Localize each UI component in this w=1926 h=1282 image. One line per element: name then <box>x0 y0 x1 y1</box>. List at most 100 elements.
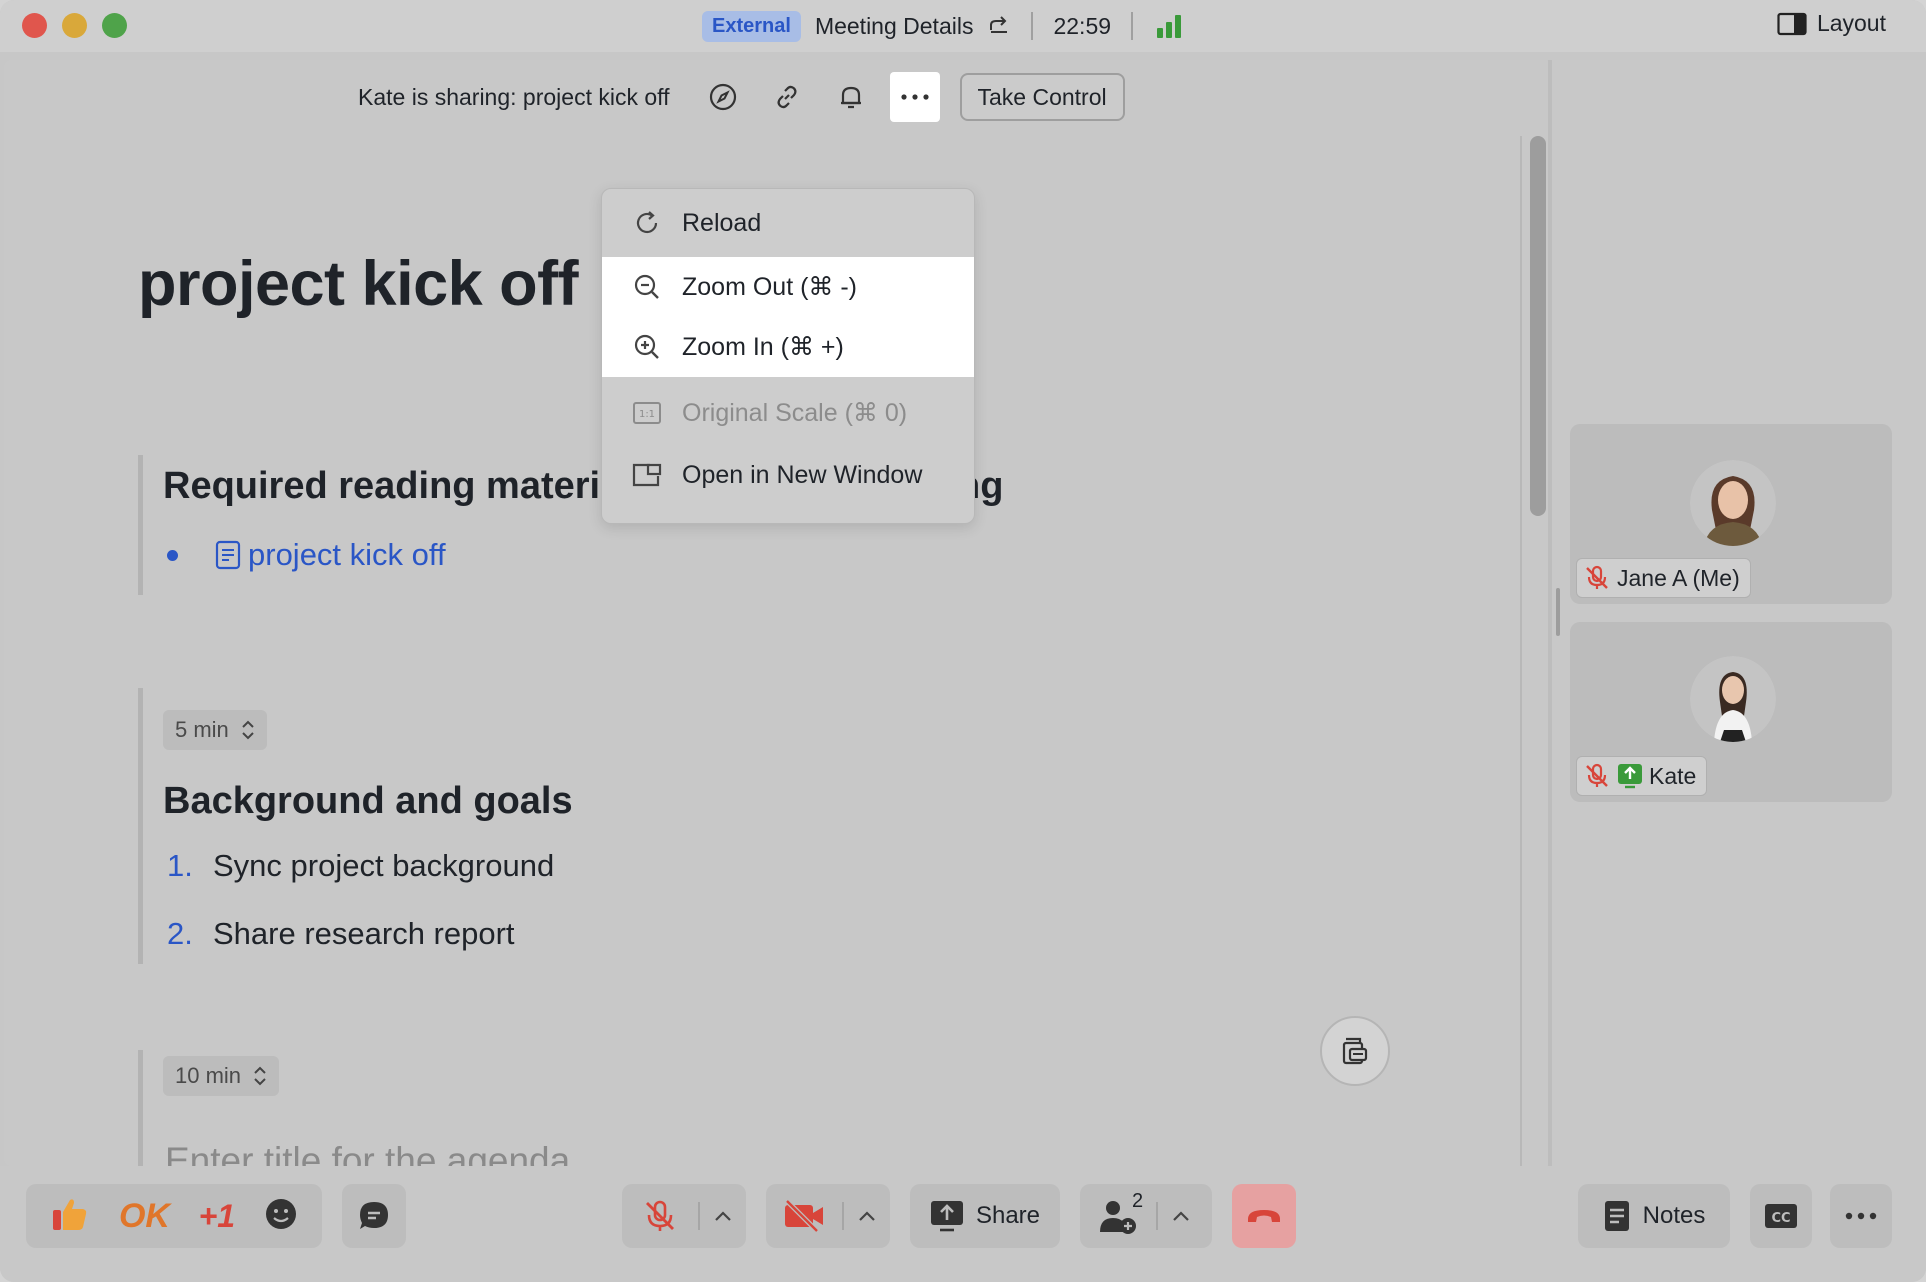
screen-share-icon <box>1618 764 1642 789</box>
zoom-window-button[interactable] <box>102 13 127 38</box>
list-number: 2. <box>167 916 193 951</box>
page-title: project kick off <box>138 249 579 319</box>
document-scrollbar[interactable] <box>1530 136 1546 516</box>
original-scale-icon: 1:1 <box>632 398 662 428</box>
title-separator <box>1131 12 1134 40</box>
notes-button[interactable]: Notes <box>1578 1184 1730 1248</box>
ok-reaction-button[interactable]: OK <box>119 1197 170 1236</box>
menu-item-label: Reload <box>682 208 762 237</box>
list-bullet <box>167 549 178 561</box>
doc-link[interactable]: project kick off <box>167 537 446 573</box>
menu-item-label: Zoom In (⌘ +) <box>682 333 844 361</box>
participants-group: 2 <box>1080 1184 1212 1248</box>
camera-toggle-button[interactable] <box>766 1184 842 1248</box>
cc-icon: CC <box>1765 1204 1797 1228</box>
svg-text:1:1: 1:1 <box>639 409 655 420</box>
more-actions-button[interactable] <box>1830 1184 1892 1248</box>
more-options-icon[interactable] <box>889 72 940 122</box>
share-out-icon[interactable] <box>987 12 1011 41</box>
participant-tile[interactable]: Kate <box>1570 622 1892 802</box>
participant-name-tag: Kate <box>1576 756 1708 796</box>
new-window-icon <box>632 460 662 490</box>
resize-handle[interactable] <box>1556 588 1560 636</box>
stepper-icon <box>254 1066 266 1086</box>
plus-one-reaction-button[interactable]: +1 <box>199 1198 235 1235</box>
zoom-out-icon <box>632 272 662 302</box>
chevron-up-icon <box>859 1211 875 1221</box>
mute-toggle-button[interactable] <box>622 1184 698 1248</box>
mic-muted-icon <box>646 1200 674 1231</box>
mic-options-button[interactable] <box>700 1184 746 1248</box>
scroll-track <box>1520 136 1522 1166</box>
svg-text:CC: CC <box>1771 1211 1790 1226</box>
camera-options-button[interactable] <box>844 1184 890 1248</box>
notes-icon <box>1604 1201 1629 1231</box>
list-text: Sync project background <box>213 848 555 883</box>
participant-count: 2 <box>1132 1190 1144 1212</box>
menu-item-label: Zoom Out (⌘ -) <box>682 273 858 301</box>
document-icon <box>215 540 241 570</box>
participants-button[interactable]: 2 <box>1080 1184 1156 1248</box>
doc-link-label: project kick off <box>248 537 446 572</box>
more-icon <box>1845 1212 1877 1220</box>
compass-icon[interactable] <box>698 72 748 122</box>
camera-group <box>766 1184 890 1248</box>
duration-chip[interactable]: 5 min <box>163 710 267 750</box>
sharing-status: Kate is sharing: project kick off <box>358 83 670 110</box>
share-screen-icon <box>930 1201 963 1232</box>
menu-item-new-window[interactable]: Open in New Window <box>602 445 974 505</box>
menu-item-label: Original Scale (⌘ 0) <box>682 399 908 427</box>
meeting-timer: 22:59 <box>1053 12 1112 39</box>
end-call-button[interactable] <box>1232 1184 1296 1248</box>
layout-button[interactable]: Layout <box>1777 10 1886 37</box>
emoji-icon[interactable] <box>264 1197 298 1236</box>
network-signal-icon[interactable] <box>1157 14 1182 38</box>
section-heading: Background and goals <box>163 780 573 822</box>
share-label: Share <box>975 1202 1041 1229</box>
bell-icon[interactable] <box>826 72 876 122</box>
take-control-button[interactable]: Take Control <box>959 73 1125 121</box>
menu-item-original-scale: 1:1 Original Scale (⌘ 0) <box>602 383 974 443</box>
avatar <box>1690 656 1776 742</box>
mic-muted-icon <box>1586 565 1608 589</box>
chat-button[interactable] <box>342 1184 406 1248</box>
participant-panel: Jane A (Me) Kate <box>1552 60 1926 1166</box>
camera-off-icon <box>785 1199 823 1233</box>
thumbs-up-icon[interactable] <box>50 1194 90 1239</box>
menu-item-reload[interactable]: Reload <box>602 193 974 253</box>
participant-tile[interactable]: Jane A (Me) <box>1570 424 1892 604</box>
minimize-window-button[interactable] <box>62 13 87 38</box>
title-separator <box>1031 12 1034 40</box>
title-bar: External Meeting Details 22:59 Layout <box>0 0 1926 52</box>
menu-item-zoom-out[interactable]: Zoom Out (⌘ -) <box>602 257 974 317</box>
comment-doc-icon <box>1342 1037 1368 1065</box>
agenda-block: 10 min Enter title for the agenda <box>138 1050 1238 1166</box>
sharing-toolbar: Kate is sharing: project kick off Take C… <box>358 72 1125 122</box>
participant-name: Jane A (Me) <box>1617 564 1740 591</box>
list-item: 1. Sync project background <box>167 848 554 884</box>
meeting-title[interactable]: Meeting Details <box>815 13 974 40</box>
share-button[interactable]: Share <box>910 1184 1060 1248</box>
list-number: 1. <box>167 848 193 883</box>
list-text: Share research report <box>213 916 515 951</box>
captions-button[interactable]: CC <box>1750 1184 1812 1248</box>
chevron-up-icon <box>1173 1211 1189 1221</box>
stepper-icon <box>242 720 254 740</box>
menu-item-zoom-in[interactable]: Zoom In (⌘ +) <box>602 317 974 377</box>
menu-item-label: Open in New Window <box>682 460 923 489</box>
zoom-in-icon <box>632 332 662 362</box>
close-window-button[interactable] <box>22 13 47 38</box>
external-badge: External <box>702 10 801 42</box>
notes-label: Notes <box>1642 1202 1706 1229</box>
more-options-menu: Reload Zoom Out (⌘ -) Zoom In (⌘ +) 1:1 … <box>601 188 975 524</box>
duration-value: 10 min <box>175 1063 242 1088</box>
duration-chip[interactable]: 10 min <box>163 1056 280 1096</box>
layout-icon <box>1777 12 1807 35</box>
agenda-title-input[interactable]: Enter title for the agenda <box>165 1140 570 1166</box>
comment-panel-button[interactable] <box>1320 1016 1390 1086</box>
participants-options-button[interactable] <box>1158 1184 1204 1248</box>
layout-label: Layout <box>1816 10 1886 36</box>
shared-document: Kate is sharing: project kick off Take C… <box>4 60 1552 1166</box>
link-icon[interactable] <box>762 72 812 122</box>
microphone-group <box>622 1184 746 1248</box>
